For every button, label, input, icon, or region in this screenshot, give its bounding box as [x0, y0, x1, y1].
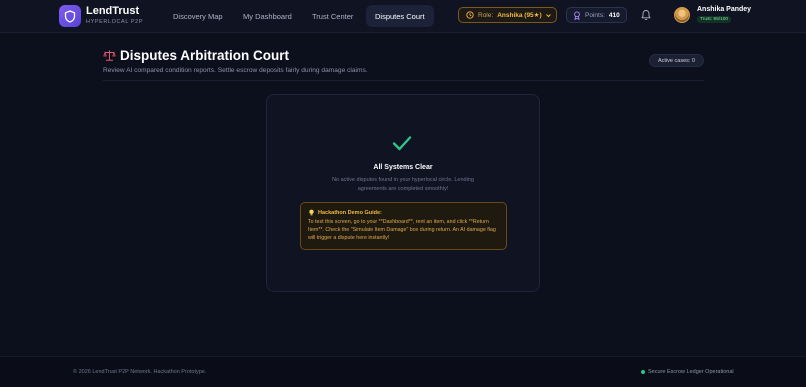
brand-name: LendTrust	[86, 5, 140, 17]
shield-icon	[64, 9, 76, 23]
nav-discovery-map[interactable]: Discovery Map	[164, 5, 232, 27]
brand-tagline: HYPERLOCAL P2P	[86, 19, 144, 25]
scales-icon	[103, 50, 116, 61]
check-icon	[392, 136, 412, 151]
demo-guide-heading: Hackathon Demo Guide:	[308, 209, 499, 216]
ledger-status-text: Secure Escrow Ledger Operational	[648, 369, 734, 375]
page-subtitle: Review AI compared condition reports. Se…	[103, 67, 368, 74]
empty-state-title: All Systems Clear	[373, 164, 433, 171]
status-dot	[641, 370, 645, 374]
demo-guide-text: To test this screen, go to your **Dashbo…	[308, 219, 496, 241]
header-divider	[103, 80, 704, 81]
brand-wordmark: LendTrust HYPERLOCAL P2P	[86, 5, 143, 25]
bell-icon[interactable]	[640, 9, 652, 21]
ledger-status: Secure Escrow Ledger Operational	[641, 369, 734, 375]
empty-state-card	[266, 94, 540, 292]
role-selector[interactable]: Role: Anshika (95★)	[458, 7, 557, 23]
clock-icon	[466, 11, 474, 19]
empty-state-description: No active disputes found in your hyperlo…	[332, 177, 474, 192]
nav-my-dashboard[interactable]: My Dashboard	[234, 5, 301, 27]
role-label: Role:	[478, 11, 494, 19]
demo-guide-box: Hackathon Demo Guide: To test this scree…	[300, 202, 507, 250]
lightbulb-icon	[309, 209, 314, 216]
user-name: Anshika Pandey	[697, 6, 752, 13]
points-label: Points:	[585, 11, 605, 19]
chevron-down-icon	[545, 13, 551, 17]
page-title: Disputes Arbitration Court	[120, 48, 290, 63]
trust-score-badge: Trust: 95/100	[697, 16, 732, 23]
footer-copyright: © 2026 LendTrust P2P Network. Hackathon …	[73, 369, 207, 375]
page-header: Disputes Arbitration Court Review AI com…	[103, 48, 368, 74]
demo-guide-title: Hackathon Demo Guide:	[318, 209, 382, 216]
role-value: Anshika (95★)	[497, 12, 542, 19]
nav-disputes-court[interactable]: Disputes Court	[366, 5, 434, 27]
avatar[interactable]	[674, 7, 690, 23]
nav-trust-center[interactable]: Trust Center	[303, 5, 362, 27]
medal-icon	[574, 10, 580, 20]
points-value: 410	[608, 11, 620, 19]
points-display[interactable]: Points: 410	[566, 7, 627, 23]
active-cases-badge: Active cases: 0	[649, 54, 704, 67]
brand-logo[interactable]	[59, 5, 81, 27]
